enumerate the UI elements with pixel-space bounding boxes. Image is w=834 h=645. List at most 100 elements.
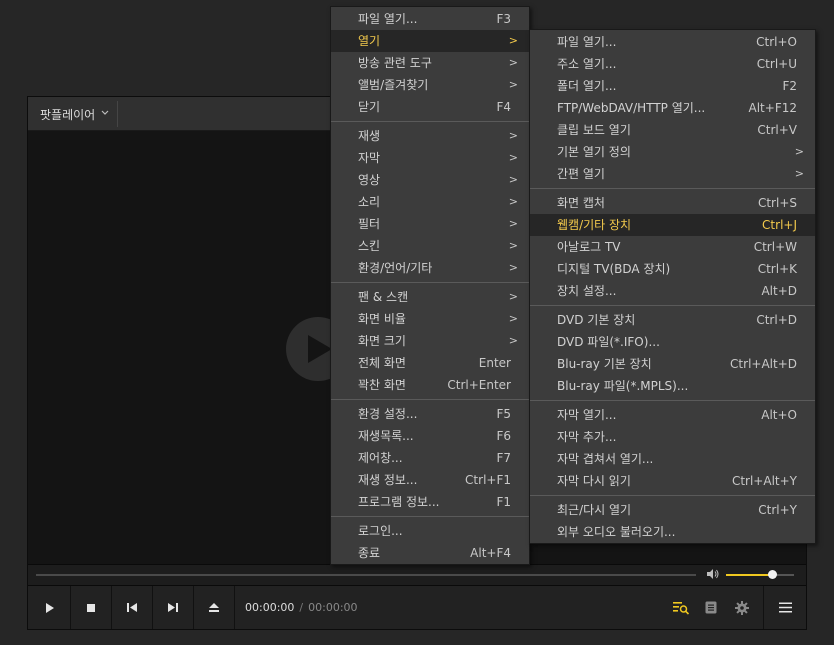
menu-item-파일-열기[interactable]: 파일 열기... F3 [331,8,529,30]
menu-item-영상[interactable]: 영상 > [331,169,529,191]
menu-item-shortcut: F1 [496,495,511,509]
playlist-search-icon [673,601,690,615]
menu-item-label: 꽉찬 화면 [358,378,406,392]
menu-item-방송-관련-도구[interactable]: 방송 관련 도구 > [331,52,529,74]
skip-forward-icon [168,603,178,612]
main-menu-button[interactable] [763,586,806,629]
menu-item-label: 화면 캡처 [557,196,605,210]
menu-item-화면-크기[interactable]: 화면 크기 > [331,330,529,352]
menu-item-dvd-파일-ifo[interactable]: DVD 파일(*.IFO)... [530,331,815,353]
menu-item-화면-캡처[interactable]: 화면 캡처 Ctrl+S [530,192,815,214]
menu-item-웹캠-기타-장치[interactable]: 웹캠/기타 장치 Ctrl+J [530,214,815,236]
menu-item-소리[interactable]: 소리 > [331,191,529,213]
menu-item-label: 자막 겹쳐서 열기... [557,452,654,466]
menu-item-shortcut: Ctrl+J [762,218,797,232]
submenu-arrow-icon: > [508,195,518,208]
menu-item-label: 아날로그 TV [557,240,621,254]
seek-bar[interactable] [36,574,696,576]
menu-item-ftp-webdav-http-열기[interactable]: FTP/WebDAV/HTTP 열기... Alt+F12 [530,97,815,119]
gear-icon [735,600,749,615]
submenu-arrow-icon: > [794,167,804,180]
menu-item-디지털-tv-bda-장치[interactable]: 디지털 TV(BDA 장치) Ctrl+K [530,258,815,280]
chapter-button[interactable] [697,586,725,629]
menu-item-환경-설정[interactable]: 환경 설정... F5 [331,403,529,425]
menu-item-label: 스킨 [358,239,381,253]
menu-item-자막-다시-읽기[interactable]: 자막 다시 읽기 Ctrl+Alt+Y [530,470,815,492]
current-time: 00:00:00 [245,601,295,614]
menu-item-장치-설정[interactable]: 장치 설정... Alt+D [530,280,815,302]
menu-item-blu-ray-기본-장치[interactable]: Blu-ray 기본 장치 Ctrl+Alt+D [530,353,815,375]
menu-item-label: 최근/다시 열기 [557,503,632,517]
volume-slider[interactable] [726,570,794,579]
menu-item-전체-화면[interactable]: 전체 화면 Enter [331,352,529,374]
menu-item-label: 프로그램 정보... [358,495,440,509]
menu-item-label: 로그인... [358,524,403,538]
document-icon [705,601,717,614]
menu-item-재생-정보[interactable]: 재생 정보... Ctrl+F1 [331,469,529,491]
menu-item-dvd-기본-장치[interactable]: DVD 기본 장치 Ctrl+D [530,309,815,331]
eject-button[interactable] [194,586,235,629]
menu-item-shortcut: Ctrl+F1 [465,473,511,487]
menu-item-label: 자막 [358,151,381,165]
menu-item-파일-열기[interactable]: 파일 열기... Ctrl+O [530,31,815,53]
menu-item-환경-언어-기타[interactable]: 환경/언어/기타 > [331,257,529,279]
menu-item-기본-열기-정의[interactable]: 기본 열기 정의 > [530,141,815,163]
next-button[interactable] [153,586,194,629]
app-menu-button[interactable]: 팟플레이어 [32,101,118,127]
menu-item-화면-비율[interactable]: 화면 비율 > [331,308,529,330]
menu-item-label: 전체 화면 [358,356,406,370]
total-time: 00:00:00 [308,601,358,614]
menu-item-종료[interactable]: 종료 Alt+F4 [331,542,529,564]
time-display: 00:00:00 / 00:00:00 [245,586,358,629]
menu-item-로그인[interactable]: 로그인... [331,520,529,542]
stop-button[interactable] [71,586,112,629]
menu-item-닫기[interactable]: 닫기 F4 [331,96,529,118]
menu-item-label: 소리 [358,195,381,209]
settings-button[interactable] [728,586,756,629]
menu-item-label: 환경/언어/기타 [358,261,433,275]
menu-item-shortcut: F3 [496,12,511,26]
menu-item-꽉찬-화면[interactable]: 꽉찬 화면 Ctrl+Enter [331,374,529,396]
menu-item-label: 환경 설정... [358,407,418,421]
menu-item-폴더-열기[interactable]: 폴더 열기... F2 [530,75,815,97]
menu-item-최근-다시-열기[interactable]: 최근/다시 열기 Ctrl+Y [530,499,815,521]
menu-item-자막-겹쳐서-열기[interactable]: 자막 겹쳐서 열기... [530,448,815,470]
menu-item-자막-열기[interactable]: 자막 열기... Alt+O [530,404,815,426]
volume-handle[interactable] [768,570,778,579]
menu-separator [331,282,529,283]
playlist-button[interactable] [667,586,695,629]
menu-item-label: 재생 [358,129,381,143]
menu-item-앨범-즐겨찾기[interactable]: 앨범/즐겨찾기 > [331,74,529,96]
previous-button[interactable] [112,586,153,629]
menu-item-자막[interactable]: 자막 > [331,147,529,169]
menu-item-자막-추가[interactable]: 자막 추가... [530,426,815,448]
menu-item-label: 디지털 TV(BDA 장치) [557,262,671,276]
menu-item-label: 팬 & 스캔 [358,290,409,304]
submenu-arrow-icon: > [508,261,518,274]
menu-item-제어창[interactable]: 제어창... F7 [331,447,529,469]
speaker-icon[interactable] [706,568,720,583]
menu-item-blu-ray-파일-mpls[interactable]: Blu-ray 파일(*.MPLS)... [530,375,815,397]
menu-item-label: 클립 보드 열기 [557,123,631,137]
menu-item-label: 기본 열기 정의 [557,145,631,159]
menu-item-label: 재생 정보... [358,473,418,487]
menu-item-팬-스캔[interactable]: 팬 & 스캔 > [331,286,529,308]
menu-item-외부-오디오-불러오기[interactable]: 외부 오디오 불러오기... [530,521,815,543]
menu-item-간편-열기[interactable]: 간편 열기 > [530,163,815,185]
menu-item-재생목록[interactable]: 재생목록... F6 [331,425,529,447]
menu-item-스킨[interactable]: 스킨 > [331,235,529,257]
menu-item-주소-열기[interactable]: 주소 열기... Ctrl+U [530,53,815,75]
play-button[interactable] [30,586,71,629]
menu-item-아날로그-tv[interactable]: 아날로그 TV Ctrl+W [530,236,815,258]
submenu-arrow-icon: > [508,151,518,164]
menu-item-label: 재생목록... [358,429,414,443]
menu-item-열기[interactable]: 열기 > [331,30,529,52]
menu-item-필터[interactable]: 필터 > [331,213,529,235]
menu-item-shortcut: Ctrl+O [756,35,797,49]
skip-back-icon [127,603,137,612]
menu-separator [331,399,529,400]
menu-item-프로그램-정보[interactable]: 프로그램 정보... F1 [331,491,529,513]
menu-item-재생[interactable]: 재생 > [331,125,529,147]
menu-item-shortcut: Ctrl+D [756,313,797,327]
menu-item-클립-보드-열기[interactable]: 클립 보드 열기 Ctrl+V [530,119,815,141]
